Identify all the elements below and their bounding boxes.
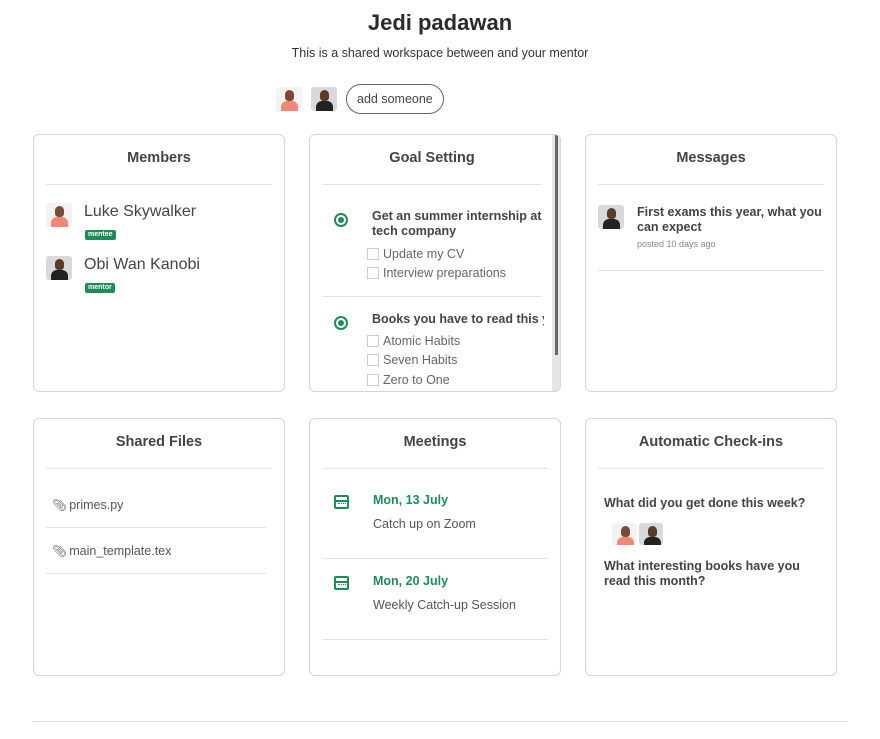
meetings-card: Meetings Mon, 13 July Catch up on Zoom M… [309, 418, 561, 676]
divider [46, 468, 272, 469]
member-name: Obi Wan Kanobi [84, 256, 200, 273]
card-title: Members [127, 150, 191, 166]
divider [46, 527, 266, 528]
avatar [598, 205, 624, 229]
card-title: Meetings [403, 434, 467, 450]
task-item[interactable]: Update my CV [367, 247, 464, 261]
task-label: Interview preparations [383, 266, 506, 280]
target-icon [334, 213, 348, 227]
message-title[interactable]: First exams this year, what you can expe… [637, 205, 825, 235]
members-card: Members Luke Skywalker mentee Obi Wan Ka… [33, 134, 285, 392]
card-title: Messages [676, 150, 746, 166]
divider [322, 639, 548, 640]
avatar[interactable] [639, 523, 663, 545]
avatar [46, 256, 72, 280]
task-checkbox[interactable] [367, 335, 379, 347]
task-item[interactable]: Atomic Habits [367, 334, 460, 348]
paperclip-icon: 📎︎ [52, 498, 68, 512]
card-title: Automatic Check-ins [638, 434, 784, 450]
goal-setting-card: Goal Setting Get an summer internship at… [309, 134, 561, 392]
avatar[interactable] [276, 87, 302, 111]
task-item[interactable]: Zero to One [367, 373, 450, 387]
add-someone-button[interactable]: add someone [346, 84, 444, 114]
goal-text: Get an summer internship at tech company [372, 209, 542, 238]
goal-text: Books you have to read this y [372, 312, 544, 326]
scrollbar-thumb[interactable] [555, 135, 558, 355]
checkin-question[interactable]: What interesting books have you read thi… [604, 559, 814, 589]
task-checkbox[interactable] [367, 374, 379, 386]
role-badge: mentee [85, 230, 116, 240]
target-icon [334, 316, 348, 330]
divider [598, 468, 824, 469]
divider [322, 296, 542, 297]
paperclip-icon: 📎︎ [52, 544, 68, 558]
messages-card: Messages First exams this year, what you… [585, 134, 837, 392]
file-name: main_template.tex [69, 544, 172, 558]
file-name: primes.py [69, 498, 124, 512]
calendar-icon [334, 576, 349, 590]
footer-divider [33, 721, 848, 722]
divider [46, 184, 272, 185]
task-item[interactable]: Interview preparations [367, 266, 506, 280]
member-name: Luke Skywalker [84, 203, 197, 220]
meeting-description: Weekly Catch-up Session [373, 598, 516, 612]
divider [598, 270, 824, 271]
task-checkbox[interactable] [367, 267, 379, 279]
goal-scroll-area[interactable]: Goal Setting Get an summer internship at… [310, 135, 560, 391]
task-checkbox[interactable] [367, 354, 379, 366]
card-title: Shared Files [115, 434, 203, 450]
checkin-question[interactable]: What did you get done this week? [604, 496, 814, 511]
divider [322, 184, 542, 185]
meeting-description: Catch up on Zoom [373, 517, 476, 531]
scrollbar[interactable] [552, 135, 560, 391]
task-label: Update my CV [383, 247, 465, 261]
task-item[interactable]: Seven Habits [367, 353, 457, 367]
meeting-date: Mon, 20 July [373, 574, 449, 588]
divider [598, 184, 824, 185]
checkin-respondents [612, 523, 666, 545]
calendar-icon [334, 495, 349, 509]
page-subtitle: This is a shared workspace between and y… [291, 46, 589, 60]
workspace-members-row: add someone [276, 84, 444, 114]
file-item[interactable]: 📎︎ primes.py [52, 498, 123, 512]
divider [46, 573, 266, 574]
checkins-card: Automatic Check-ins What did you get don… [585, 418, 837, 676]
avatar [46, 203, 72, 227]
shared-files-card: Shared Files 📎︎ primes.py 📎︎ main_template… [33, 418, 285, 676]
message-meta: posted 10 days ago [637, 239, 716, 249]
avatar[interactable] [311, 87, 337, 111]
task-label: Zero to One [383, 373, 450, 387]
task-label: Seven Habits [383, 353, 458, 367]
divider [322, 558, 548, 559]
page-title: Jedi padawan [367, 10, 513, 35]
divider [322, 468, 548, 469]
card-title: Goal Setting [389, 150, 475, 166]
task-label: Atomic Habits [383, 334, 461, 348]
file-item[interactable]: 📎︎ main_template.tex [52, 544, 171, 558]
task-checkbox[interactable] [367, 248, 379, 260]
avatar[interactable] [612, 523, 636, 545]
role-badge: mentor [85, 283, 115, 293]
meeting-date: Mon, 13 July [373, 493, 449, 507]
